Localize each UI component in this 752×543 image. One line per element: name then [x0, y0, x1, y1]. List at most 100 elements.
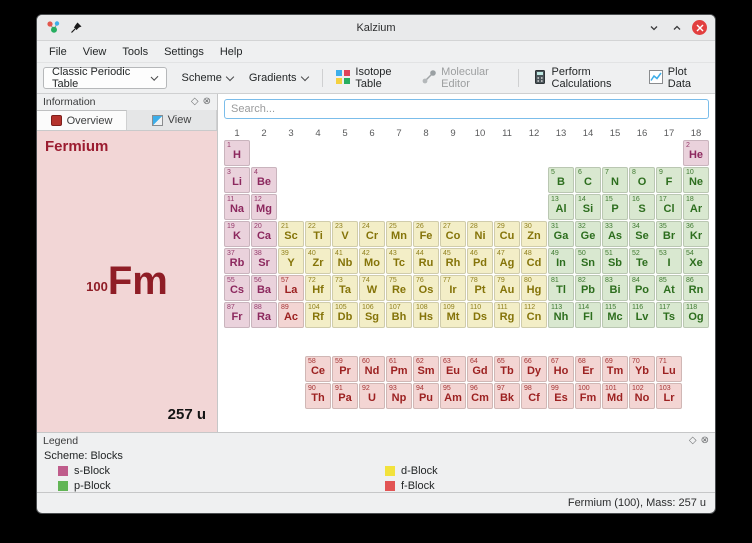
- minimize-button[interactable]: [646, 20, 662, 36]
- element-Os[interactable]: 76Os: [413, 275, 439, 301]
- element-C[interactable]: 6C: [575, 167, 601, 193]
- element-U[interactable]: 92U: [359, 383, 385, 409]
- element-Hg[interactable]: 80Hg: [521, 275, 547, 301]
- element-Be[interactable]: 4Be: [251, 167, 277, 193]
- element-Zn[interactable]: 30Zn: [521, 221, 547, 247]
- element-Pr[interactable]: 59Pr: [332, 356, 358, 382]
- element-Sm[interactable]: 62Sm: [413, 356, 439, 382]
- element-B[interactable]: 5B: [548, 167, 574, 193]
- element-I[interactable]: 53I: [656, 248, 682, 274]
- element-Np[interactable]: 93Np: [386, 383, 412, 409]
- element-Pd[interactable]: 46Pd: [467, 248, 493, 274]
- element-O[interactable]: 8O: [629, 167, 655, 193]
- element-Ga[interactable]: 31Ga: [548, 221, 574, 247]
- element-Pa[interactable]: 91Pa: [332, 383, 358, 409]
- element-Mc[interactable]: 115Mc: [602, 302, 628, 328]
- element-Kr[interactable]: 36Kr: [683, 221, 709, 247]
- element-Rh[interactable]: 45Rh: [440, 248, 466, 274]
- element-Bh[interactable]: 107Bh: [386, 302, 412, 328]
- element-Te[interactable]: 52Te: [629, 248, 655, 274]
- maximize-button[interactable]: [669, 20, 685, 36]
- element-Eu[interactable]: 63Eu: [440, 356, 466, 382]
- element-N[interactable]: 7N: [602, 167, 628, 193]
- element-Sg[interactable]: 106Sg: [359, 302, 385, 328]
- element-Og[interactable]: 118Og: [683, 302, 709, 328]
- element-Au[interactable]: 79Au: [494, 275, 520, 301]
- element-Rf[interactable]: 104Rf: [305, 302, 331, 328]
- element-Lv[interactable]: 116Lv: [629, 302, 655, 328]
- element-Cd[interactable]: 48Cd: [521, 248, 547, 274]
- element-Ba[interactable]: 56Ba: [251, 275, 277, 301]
- element-Cl[interactable]: 17Cl: [656, 194, 682, 220]
- element-Lu[interactable]: 71Lu: [656, 356, 682, 382]
- table-type-select[interactable]: Classic Periodic Table: [43, 67, 167, 89]
- element-Ti[interactable]: 22Ti: [305, 221, 331, 247]
- element-Pu[interactable]: 94Pu: [413, 383, 439, 409]
- element-Es[interactable]: 99Es: [548, 383, 574, 409]
- element-Tm[interactable]: 69Tm: [602, 356, 628, 382]
- element-Gd[interactable]: 64Gd: [467, 356, 493, 382]
- plot-data-button[interactable]: Plot Data: [642, 66, 709, 90]
- isotope-table-button[interactable]: Isotope Table: [329, 66, 413, 90]
- element-Br[interactable]: 35Br: [656, 221, 682, 247]
- element-Cr[interactable]: 24Cr: [359, 221, 385, 247]
- element-Tc[interactable]: 43Tc: [386, 248, 412, 274]
- titlebar[interactable]: Kalzium: [37, 15, 715, 41]
- element-Fl[interactable]: 114Fl: [575, 302, 601, 328]
- search-input[interactable]: [224, 99, 709, 119]
- element-In[interactable]: 49In: [548, 248, 574, 274]
- element-Ru[interactable]: 44Ru: [413, 248, 439, 274]
- element-Y[interactable]: 39Y: [278, 248, 304, 274]
- element-Na[interactable]: 11Na: [224, 194, 250, 220]
- element-Zr[interactable]: 40Zr: [305, 248, 331, 274]
- element-Ra[interactable]: 88Ra: [251, 302, 277, 328]
- element-Ac[interactable]: 89Ac: [278, 302, 304, 328]
- element-Db[interactable]: 105Db: [332, 302, 358, 328]
- element-As[interactable]: 33As: [602, 221, 628, 247]
- element-Er[interactable]: 68Er: [575, 356, 601, 382]
- element-Ta[interactable]: 73Ta: [332, 275, 358, 301]
- element-Se[interactable]: 34Se: [629, 221, 655, 247]
- element-Ag[interactable]: 47Ag: [494, 248, 520, 274]
- element-Fr[interactable]: 87Fr: [224, 302, 250, 328]
- element-H[interactable]: 1H: [224, 140, 250, 166]
- element-Sn[interactable]: 50Sn: [575, 248, 601, 274]
- element-Cf[interactable]: 98Cf: [521, 383, 547, 409]
- element-Ir[interactable]: 77Ir: [440, 275, 466, 301]
- element-Yb[interactable]: 70Yb: [629, 356, 655, 382]
- element-Th[interactable]: 90Th: [305, 383, 331, 409]
- menu-view[interactable]: View: [75, 43, 115, 61]
- close-button[interactable]: [692, 20, 707, 35]
- element-Li[interactable]: 3Li: [224, 167, 250, 193]
- element-La[interactable]: 57La: [278, 275, 304, 301]
- element-Fm[interactable]: 100Fm: [575, 383, 601, 409]
- element-W[interactable]: 74W: [359, 275, 385, 301]
- element-He[interactable]: 2He: [683, 140, 709, 166]
- element-Co[interactable]: 27Co: [440, 221, 466, 247]
- element-Ts[interactable]: 117Ts: [656, 302, 682, 328]
- element-Mg[interactable]: 12Mg: [251, 194, 277, 220]
- element-No[interactable]: 102No: [629, 383, 655, 409]
- element-S[interactable]: 16S: [629, 194, 655, 220]
- element-Rg[interactable]: 111Rg: [494, 302, 520, 328]
- element-Tl[interactable]: 81Tl: [548, 275, 574, 301]
- element-Si[interactable]: 14Si: [575, 194, 601, 220]
- element-F[interactable]: 9F: [656, 167, 682, 193]
- element-Rb[interactable]: 37Rb: [224, 248, 250, 274]
- element-Re[interactable]: 75Re: [386, 275, 412, 301]
- element-Nh[interactable]: 113Nh: [548, 302, 574, 328]
- element-Bk[interactable]: 97Bk: [494, 383, 520, 409]
- close-dock-icon[interactable]: ⊗: [701, 436, 709, 446]
- element-Lr[interactable]: 103Lr: [656, 383, 682, 409]
- element-Nb[interactable]: 41Nb: [332, 248, 358, 274]
- menu-help[interactable]: Help: [212, 43, 251, 61]
- tab-overview[interactable]: Overview: [37, 110, 127, 130]
- element-Hs[interactable]: 108Hs: [413, 302, 439, 328]
- element-Cn[interactable]: 112Cn: [521, 302, 547, 328]
- element-Po[interactable]: 84Po: [629, 275, 655, 301]
- element-Pt[interactable]: 78Pt: [467, 275, 493, 301]
- menu-settings[interactable]: Settings: [156, 43, 212, 61]
- element-Dy[interactable]: 66Dy: [521, 356, 547, 382]
- gradients-button[interactable]: Gradients: [242, 66, 315, 90]
- element-Hf[interactable]: 72Hf: [305, 275, 331, 301]
